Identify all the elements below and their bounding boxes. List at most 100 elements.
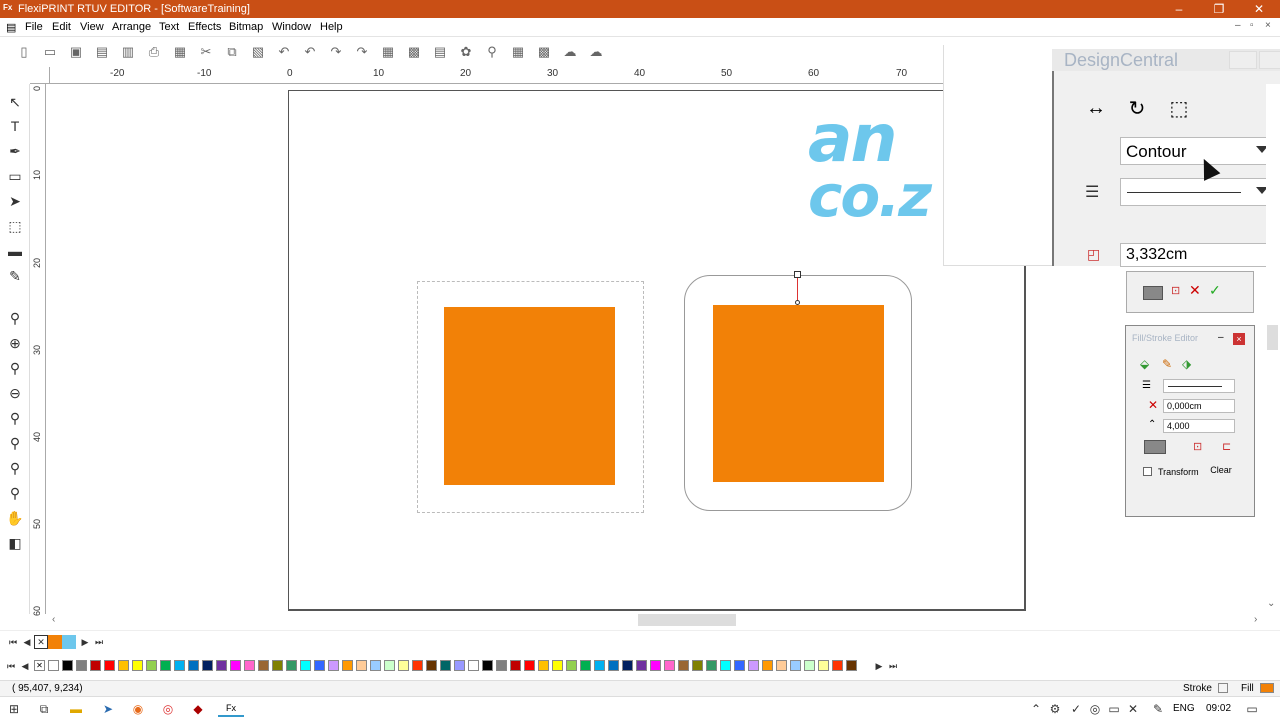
browser-icon[interactable]: ➤ (100, 701, 116, 717)
palette-swatch[interactable] (286, 660, 297, 671)
palette-swatch[interactable] (524, 660, 535, 671)
rectangle-tool-icon[interactable]: ▭ (5, 166, 25, 186)
menu-text[interactable]: Text (159, 21, 179, 33)
stroke-apply-icon[interactable]: ⊡ (1193, 440, 1202, 453)
stroke-color-swatch[interactable] (1144, 440, 1166, 454)
tray-icon-3[interactable]: ◎ (1087, 701, 1103, 717)
palette-swatch[interactable] (538, 660, 549, 671)
palette-swatch[interactable] (48, 660, 59, 671)
palette-swatch[interactable] (174, 660, 185, 671)
palette-swatch[interactable] (454, 660, 465, 671)
palette-swatch[interactable] (664, 660, 675, 671)
palette-next-icon[interactable]: ▶ (872, 659, 886, 673)
palette-swatch[interactable] (804, 660, 815, 671)
tray-chevron-icon[interactable]: ⌃ (1028, 701, 1044, 717)
orange-square-left[interactable] (444, 307, 615, 485)
prev-page-icon[interactable]: ◀ (20, 635, 34, 649)
maximize-button[interactable]: ❐ (1200, 0, 1238, 18)
color-grid-icon[interactable]: ▦ (508, 42, 528, 62)
menu-edit[interactable]: Edit (52, 21, 71, 33)
zoom-out-icon[interactable]: ⊖ (5, 383, 25, 403)
palette-swatch[interactable] (636, 660, 647, 671)
palette-swatch[interactable] (790, 660, 801, 671)
frame-icon[interactable]: ⬚ (1166, 96, 1192, 120)
palette-swatch[interactable] (104, 660, 115, 671)
palette-first-icon[interactable]: ⏮ (4, 659, 18, 673)
gradient-icon[interactable]: ⬗ (1182, 357, 1191, 371)
color-wheel-icon[interactable]: ✿ (456, 42, 476, 62)
no-color-swatch[interactable]: ✕ (34, 635, 48, 649)
palette-swatch[interactable] (608, 660, 619, 671)
fill-swatch[interactable] (1143, 286, 1163, 300)
measure-tool-icon[interactable]: ▬ (5, 241, 25, 261)
palette-swatch[interactable] (272, 660, 283, 671)
cut-icon[interactable]: ✂ (196, 42, 216, 62)
copy-icon[interactable]: ⧉ (222, 42, 242, 62)
palette-swatch[interactable] (496, 660, 507, 671)
palette-swatch[interactable] (692, 660, 703, 671)
palette-swatch[interactable] (706, 660, 717, 671)
palette-swatch[interactable] (244, 660, 255, 671)
palette-swatch[interactable] (510, 660, 521, 671)
network-icon[interactable]: ▭ (1106, 701, 1122, 717)
fill-tool-icon[interactable]: ◧ (5, 533, 25, 553)
cloud-icon[interactable]: ☁ (560, 42, 580, 62)
rotate-icon[interactable]: ↻ (1124, 96, 1150, 120)
palette-swatch[interactable] (580, 660, 591, 671)
stroke-width-input[interactable]: 0,000cm (1163, 399, 1235, 413)
line-style-select[interactable] (1120, 178, 1273, 206)
undo-icon[interactable]: ↶ (274, 42, 294, 62)
center-handle[interactable] (795, 300, 800, 305)
print-icon[interactable]: ⎙ (144, 42, 164, 62)
zoom-previous-icon[interactable]: ⚲ (5, 458, 25, 478)
mdi-restore-button[interactable]: ▫ (1250, 20, 1254, 31)
task-view-icon[interactable]: ⧉ (36, 701, 52, 717)
palette-swatch[interactable] (734, 660, 745, 671)
palette-swatch[interactable] (412, 660, 423, 671)
swatch-icon[interactable]: ▩ (534, 42, 554, 62)
node-edit-tool-icon[interactable]: ➤ (5, 191, 25, 211)
tray-icon-4[interactable]: ✕ (1125, 701, 1141, 717)
palette-swatch[interactable] (160, 660, 171, 671)
palette-swatch[interactable] (832, 660, 843, 671)
palette-none-swatch[interactable]: ✕ (34, 660, 45, 671)
menu-file[interactable]: File (25, 21, 43, 33)
palette-swatch[interactable] (90, 660, 101, 671)
scroll-right-icon[interactable]: › (1254, 614, 1257, 625)
width-arrows-icon[interactable]: ↔ (1083, 96, 1109, 120)
palette-swatch[interactable] (76, 660, 87, 671)
save-all-icon[interactable]: ▤ (92, 42, 112, 62)
notifications-icon[interactable]: ▭ (1244, 701, 1260, 717)
chrome-icon[interactable]: ◎ (160, 701, 176, 717)
horizontal-scroll-thumb[interactable] (638, 614, 736, 626)
send-icon[interactable]: ▦ (170, 42, 190, 62)
orange-swatch[interactable] (48, 635, 62, 649)
stroke-reset-icon[interactable]: ⊏ (1222, 440, 1231, 453)
tray-icon-1[interactable]: ⚙ (1047, 701, 1063, 717)
palette-swatch[interactable] (776, 660, 787, 671)
next-page-icon[interactable]: ▶ (78, 635, 92, 649)
zoom-all-icon[interactable]: ⚲ (5, 433, 25, 453)
palette-swatch[interactable] (426, 660, 437, 671)
close-button[interactable]: ✕ (1240, 0, 1278, 18)
document-icon[interactable]: ▤ (6, 21, 16, 34)
pan-tool-icon[interactable]: ✋ (5, 508, 25, 528)
last-page-icon[interactable]: ⏭ (92, 635, 106, 649)
vertical-ruler[interactable]: 0 10 20 30 40 50 60 (30, 84, 46, 616)
palette-swatch[interactable] (440, 660, 451, 671)
start-icon[interactable]: ⊞ (6, 701, 22, 717)
firefox-icon[interactable]: ◉ (130, 701, 146, 717)
fill-stroke-close-button[interactable]: × (1233, 333, 1245, 345)
contour-type-select[interactable]: Contour (1120, 137, 1273, 165)
zoom-page-icon[interactable]: ⚲ (5, 408, 25, 428)
orange-square-right[interactable] (713, 305, 884, 482)
zoom-actual-icon[interactable]: ⚲ (5, 483, 25, 503)
scroll-left-icon[interactable]: ‹ (52, 614, 55, 625)
menu-effects[interactable]: Effects (188, 21, 221, 33)
new-icon[interactable]: ▯ (14, 42, 34, 62)
language-indicator[interactable]: ENG (1173, 703, 1195, 714)
palette-swatch[interactable] (188, 660, 199, 671)
design-central-close-button[interactable] (1259, 51, 1280, 69)
palette-swatch[interactable] (370, 660, 381, 671)
zoom-selection-icon[interactable]: ⚲ (5, 358, 25, 378)
